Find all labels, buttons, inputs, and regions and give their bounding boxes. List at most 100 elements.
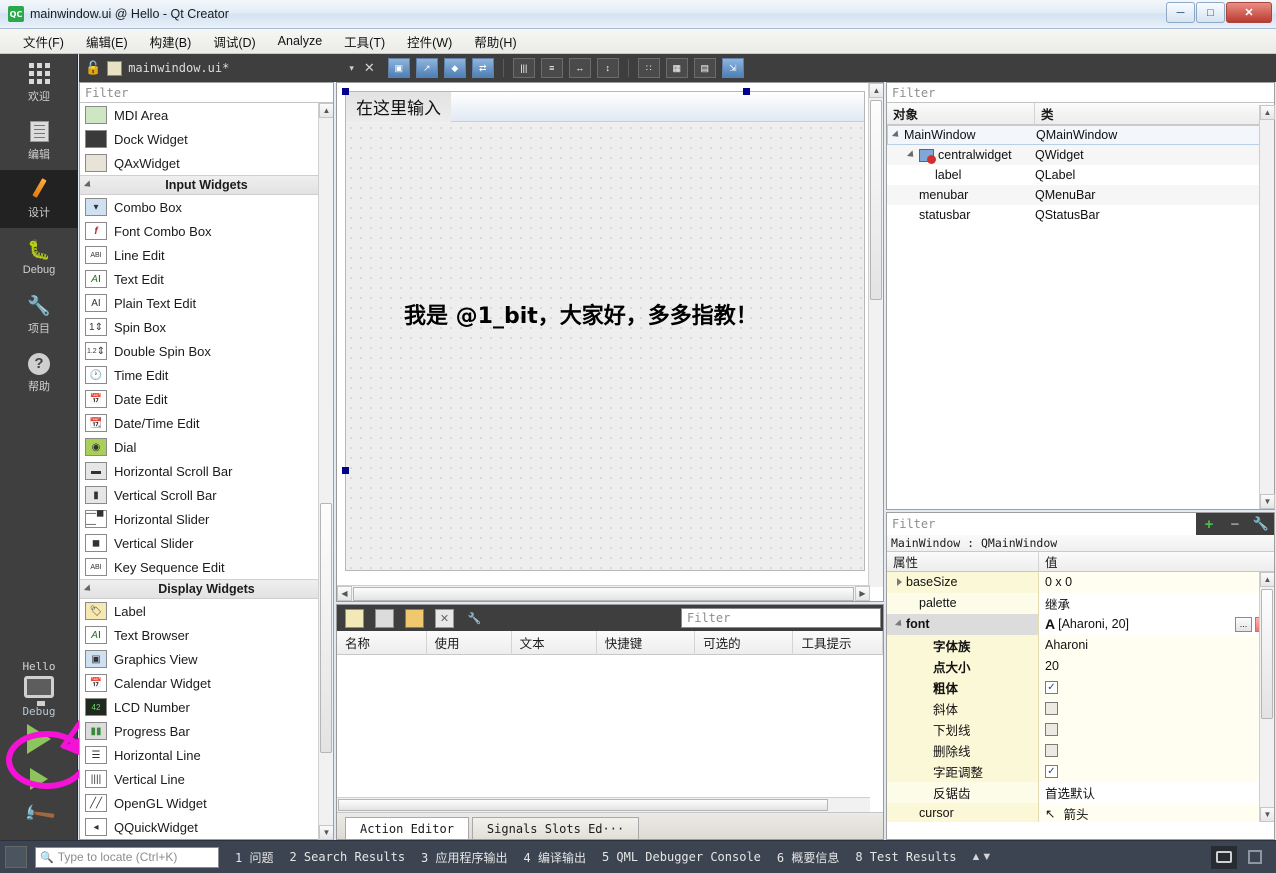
object-tree-row[interactable]: label QLabel xyxy=(887,165,1274,185)
property-checkbox[interactable]: ✓ xyxy=(1045,680,1058,694)
form-editor-canvas[interactable]: 在这里输入 我是 @1_bit，大家好，多多指教！ ▲ ◀ ▶ xyxy=(336,82,884,602)
expand-triangle-icon[interactable] xyxy=(891,130,902,140)
widget-section-header[interactable]: Display Widgets xyxy=(80,579,333,599)
expand-triangle-icon[interactable] xyxy=(894,619,905,629)
property-row[interactable]: fontA[Aharoni, 20]...↩ xyxy=(887,613,1274,635)
object-tree-row[interactable]: statusbar QStatusBar xyxy=(887,205,1274,225)
widget-item[interactable]: 1.2 ⇕ Double Spin Box xyxy=(80,339,333,363)
widget-item[interactable]: |||| Vertical Line xyxy=(80,767,333,791)
layout-horizontally-icon[interactable]: ||| xyxy=(512,58,535,78)
property-row[interactable]: 反锯齿 首选默认 xyxy=(887,781,1274,803)
configure-icon[interactable]: 🔧 xyxy=(465,609,484,628)
font-dialog-button[interactable]: ... xyxy=(1235,616,1252,632)
widget-item[interactable]: 🕐 Time Edit xyxy=(80,363,333,387)
layout-splitter-v-icon[interactable]: ↕ xyxy=(596,58,619,78)
action-table-body[interactable] xyxy=(337,655,883,812)
action-column-3[interactable]: 快捷键 xyxy=(597,630,696,655)
close-button[interactable]: ✕ xyxy=(1226,2,1272,23)
output-pane-button-6[interactable]: 8 Test Results xyxy=(855,850,956,864)
scroll-up-icon[interactable]: ▲ xyxy=(319,103,333,118)
scroll-thumb[interactable] xyxy=(338,799,828,811)
widget-item[interactable]: 1⇕ Spin Box xyxy=(80,315,333,339)
locator-input[interactable]: 🔍 Type to locate (Ctrl+K) xyxy=(35,846,219,868)
widget-item[interactable]: 🏷 Label xyxy=(80,599,333,623)
chevron-down-icon[interactable]: ▾ xyxy=(349,63,354,74)
object-tree-row[interactable]: menubar QMenuBar xyxy=(887,185,1274,205)
action-column-2[interactable]: 文本 xyxy=(512,630,597,655)
edit-widgets-icon[interactable]: ▣ xyxy=(387,58,410,78)
action-filter-input[interactable]: Filter xyxy=(681,608,881,628)
edit-signals-icon[interactable]: ↗ xyxy=(415,58,438,78)
output-pane-button-5[interactable]: 6 概要信息 xyxy=(777,849,839,866)
output-toggle-icon[interactable] xyxy=(5,846,27,868)
scroll-down-icon[interactable]: ▼ xyxy=(1260,494,1275,509)
widget-item[interactable]: ▬ Horizontal Scroll Bar xyxy=(80,459,333,483)
widget-item[interactable]: 42 LCD Number xyxy=(80,695,333,719)
form-menubar[interactable]: 在这里输入 xyxy=(346,91,864,122)
copy-icon[interactable] xyxy=(375,608,394,628)
designed-main-window[interactable]: 在这里输入 我是 @1_bit，大家好，多多指教！ xyxy=(345,91,865,571)
widget-item[interactable]: ▮ Vertical Scroll Bar xyxy=(80,483,333,507)
canvas-vertical-scrollbar[interactable]: ▲ xyxy=(868,83,883,587)
widget-item[interactable]: Dock Widget xyxy=(80,127,333,151)
expand-triangle-icon[interactable] xyxy=(897,578,902,586)
scroll-left-icon[interactable]: ◀ xyxy=(337,586,352,601)
widget-item[interactable]: f Font Combo Box xyxy=(80,219,333,243)
menu-item-0[interactable]: 文件(F) xyxy=(12,29,75,54)
widget-item[interactable]: ▮▮ Progress Bar xyxy=(80,719,333,743)
kit-selector-button[interactable] xyxy=(24,676,54,706)
scroll-right-icon[interactable]: ▶ xyxy=(855,586,870,601)
tab-action-editor[interactable]: Action Editor xyxy=(345,817,469,839)
property-row[interactable]: baseSize 0 x 0 xyxy=(887,572,1274,593)
object-tree-row[interactable]: MainWindow QMainWindow xyxy=(887,125,1274,145)
property-checkbox[interactable]: ✓ xyxy=(1045,764,1058,778)
scroll-down-icon[interactable]: ▼ xyxy=(1260,807,1274,822)
output-pane-button-2[interactable]: 3 应用程序输出 xyxy=(421,849,507,866)
tab-signals-slots-editor[interactable]: Signals Slots Ed··· xyxy=(471,817,640,839)
widget-item[interactable]: ☰ Horizontal Line xyxy=(80,743,333,767)
scroll-thumb[interactable] xyxy=(353,586,854,601)
object-filter-input[interactable]: Filter xyxy=(887,83,1274,103)
mode-edit[interactable]: 编辑 xyxy=(0,112,78,170)
resize-handle-bottom-left[interactable] xyxy=(342,467,349,474)
scroll-up-icon[interactable]: ▲ xyxy=(1260,105,1275,120)
property-row[interactable]: 删除线 xyxy=(887,739,1274,761)
output-pane-button-1[interactable]: 2 Search Results xyxy=(289,850,405,864)
menu-item-3[interactable]: 调试(D) xyxy=(202,29,266,54)
widget-item[interactable]: ▣ Graphics View xyxy=(80,647,333,671)
open-document-selector[interactable]: mainwindow.ui* xyxy=(107,60,230,76)
maximize-button[interactable]: □ xyxy=(1196,2,1225,23)
property-row[interactable]: 点大小 20 xyxy=(887,655,1274,677)
expand-triangle-icon[interactable] xyxy=(906,150,917,160)
widget-item[interactable]: A I Text Edit xyxy=(80,267,333,291)
unlock-icon[interactable]: 🔓 xyxy=(85,60,101,76)
widget-box-filter[interactable]: Filter xyxy=(80,83,333,103)
widget-item[interactable]: QAxWidget xyxy=(80,151,333,175)
widget-item[interactable]: 📅 Date Edit xyxy=(80,387,333,411)
paste-icon[interactable] xyxy=(405,608,424,628)
menu-item-6[interactable]: 控件(W) xyxy=(396,29,463,54)
scroll-up-icon[interactable]: ▲ xyxy=(1260,572,1274,587)
resize-handle-top-left[interactable] xyxy=(342,88,349,95)
central-widget-area[interactable]: 我是 @1_bit，大家好，多多指教！ xyxy=(346,123,864,570)
property-filter-input[interactable]: Filter xyxy=(887,513,1196,535)
adjust-size-icon[interactable]: ⇲ xyxy=(721,58,744,78)
widget-item[interactable]: ◉ Dial xyxy=(80,435,333,459)
property-row[interactable]: 字体族 Aharoni xyxy=(887,634,1274,656)
toggle-progress-details-icon[interactable] xyxy=(1211,845,1237,869)
property-checkbox[interactable] xyxy=(1045,722,1058,736)
action-horizontal-scrollbar[interactable] xyxy=(337,797,870,812)
action-column-5[interactable]: 工具提示 xyxy=(793,630,883,655)
output-pane-button-0[interactable]: 1 问题 xyxy=(235,849,273,866)
property-scrollbar[interactable]: ▲ ▼ xyxy=(1259,572,1274,822)
property-row[interactable]: 字距调整 ✓ xyxy=(887,760,1274,782)
widget-item[interactable]: ABI Line Edit xyxy=(80,243,333,267)
remove-property-button[interactable]: − xyxy=(1222,513,1248,535)
widget-item[interactable]: MDI Area xyxy=(80,103,333,127)
widget-item[interactable]: ▾ Combo Box xyxy=(80,195,333,219)
mode-design[interactable]: 设计 xyxy=(0,170,78,228)
layout-grid-icon[interactable]: ▦ xyxy=(665,58,688,78)
configure-property-button[interactable]: 🔧 xyxy=(1248,513,1274,535)
menubar-placeholder[interactable]: 在这里输入 xyxy=(346,91,451,122)
add-property-button[interactable]: + xyxy=(1196,513,1222,535)
